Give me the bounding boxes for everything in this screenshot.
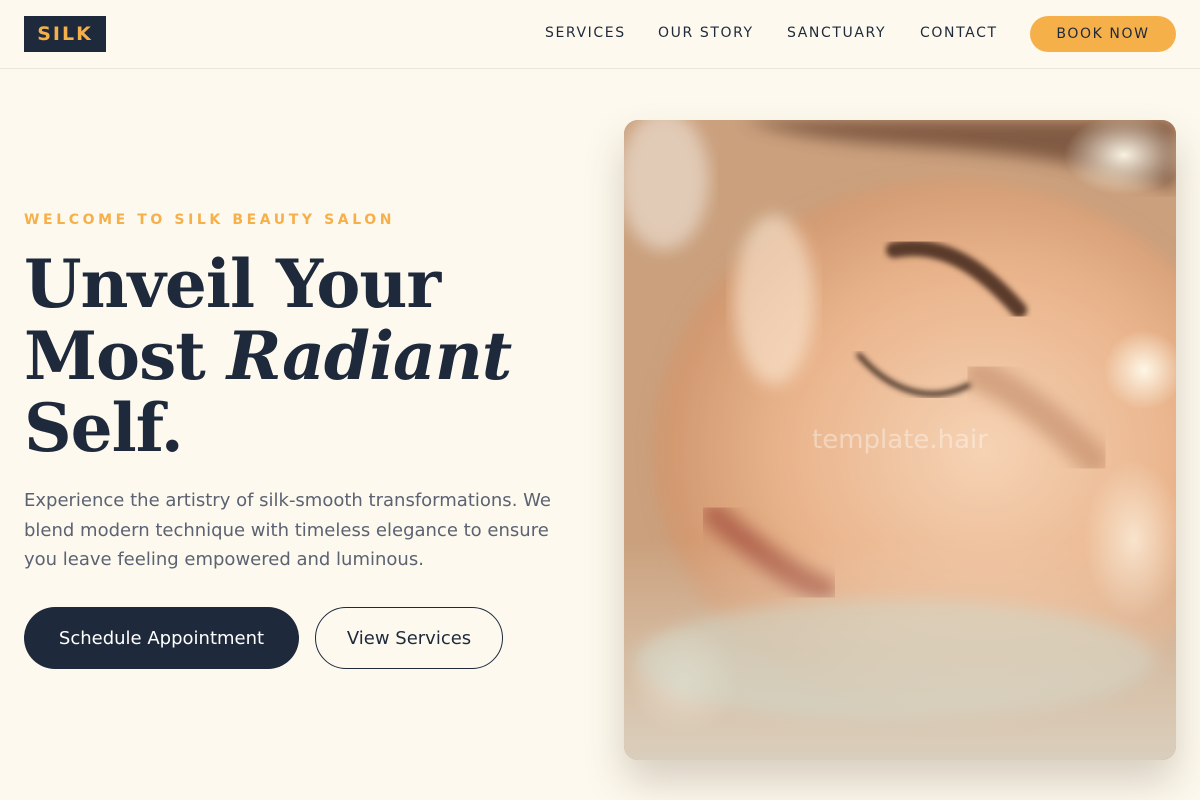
- headline-line-2: Most Radiant: [24, 320, 584, 392]
- headline-line-1: Unveil Your: [24, 245, 441, 323]
- headline-line-3: Self.: [24, 389, 184, 467]
- hero-eyebrow: WELCOME TO SILK BEAUTY SALON: [24, 212, 396, 228]
- hero-description: Experience the artistry of silk-smooth t…: [24, 490, 551, 570]
- site-header: SILK SERVICES OUR STORY SANCTUARY CONTAC…: [0, 0, 1200, 69]
- nav-link-our-story[interactable]: OUR STORY: [658, 25, 754, 41]
- image-watermark: template.hair: [812, 425, 988, 455]
- nav-link-sanctuary[interactable]: SANCTUARY: [787, 25, 886, 41]
- hero-headline: Unveil Your Most Radiant Self.: [24, 248, 584, 464]
- hero-image: template.hair: [624, 120, 1176, 760]
- nav-link-contact[interactable]: CONTACT: [920, 25, 998, 41]
- schedule-appointment-button[interactable]: Schedule Appointment: [24, 607, 299, 669]
- logo[interactable]: SILK: [24, 16, 106, 52]
- view-services-button[interactable]: View Services: [315, 607, 503, 669]
- nav-link-services[interactable]: SERVICES: [545, 25, 626, 41]
- book-now-button[interactable]: BOOK NOW: [1030, 16, 1176, 52]
- headline-italic-word: Radiant: [226, 317, 513, 395]
- headline-line-2-plain: Most: [24, 317, 227, 395]
